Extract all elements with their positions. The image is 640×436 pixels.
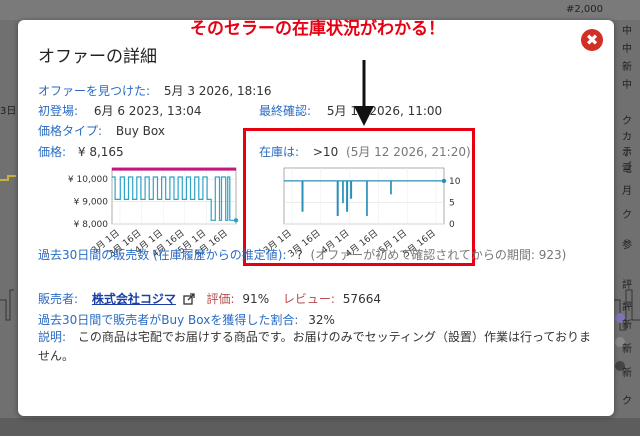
rating-label: 評価:	[206, 292, 235, 306]
bg-right-item: 参	[622, 240, 632, 251]
bg-right-item: 新	[622, 320, 632, 331]
offer-found-value: 5月 3 2026, 18:16	[163, 84, 272, 98]
first-seen-label: 初登場:	[38, 104, 79, 118]
bg-right-item: 評	[622, 280, 632, 291]
review-count: 57664	[342, 292, 381, 306]
seller-label: 販売者:	[38, 292, 79, 306]
offer-found-row: オファーを見つけた: 5月 3 2026, 18:16	[38, 82, 272, 99]
bg-right-item: 電	[622, 164, 632, 175]
sales-label: 過去30日間の販売数 (在庫履歴からの推定値):	[38, 248, 287, 262]
buybox-value: 32%	[308, 313, 335, 327]
bg-right-item: 新	[622, 62, 632, 73]
description-text: この商品は宅配でお届けする商品です。お届けのみでセッティング（設置）作業は行って…	[38, 330, 591, 363]
bg-left-marker: 3日	[0, 106, 17, 117]
sales-row: 過去30日間の販売数 (在庫履歴からの推定値): ? (オファーが初めて確認され…	[38, 246, 598, 265]
bg-right-item: ク	[622, 210, 632, 221]
seller-row: 販売者: 株式会社コジマ 評価: 91% レビュー: 57664	[38, 290, 381, 308]
first-seen-value: 6月 6 2023, 13:04	[93, 104, 202, 118]
buybox-row: 過去30日間で販売者がBuy Boxを獲得した割合: 32%	[38, 311, 335, 328]
bg-right-item: 中	[622, 80, 632, 91]
last-seen-value: 5月 12 2026, 11:00	[326, 104, 443, 118]
bg-right-item: 新	[622, 368, 632, 379]
first-seen-row: 初登場: 6月 6 2023, 13:04	[38, 102, 202, 119]
offer-details-dialog: オファーの詳細 ✖ オファーを見つけた: 5月 3 2026, 18:16 初登…	[18, 20, 614, 416]
series-end-point	[233, 218, 239, 223]
price-type-value: Buy Box	[115, 124, 165, 138]
price-type-row: 価格タイプ: Buy Box	[38, 122, 165, 139]
bg-right-item: 評	[622, 302, 632, 313]
bg-right-item: 新	[622, 344, 632, 355]
y-tick-label: ¥ 8,000	[74, 220, 109, 230]
bg-right-item: 中	[622, 44, 632, 55]
sales-note: (オファーが初めて確認されてからの期間: 923)	[310, 248, 567, 262]
annotation-arrow	[354, 60, 374, 126]
dialog-title: オファーの詳細	[38, 47, 157, 67]
price-type-label: 価格タイプ:	[38, 124, 103, 138]
price-label: 価格:	[38, 145, 67, 159]
bg-right-item: 中	[622, 26, 632, 37]
description-row: 説明: この商品は宅配でお届けする商品です。お届けのみでセッティング（設置）作業…	[38, 328, 598, 366]
sales-value: ?	[296, 248, 303, 262]
bg-right-item: ク	[622, 116, 632, 127]
price-history-chart: ¥ 10,000¥ 9,000¥ 8,0003月 1日3月 16日4月 1日4月…	[68, 167, 239, 260]
bg-right-item: ホ	[622, 148, 632, 159]
review-label: レビュー:	[282, 292, 335, 306]
price-value: ¥ 8,165	[77, 145, 124, 159]
description-label: 説明:	[38, 330, 67, 344]
last-seen-label: 最終確認:	[259, 104, 312, 118]
buybox-label: 過去30日間で販売者がBuy Boxを獲得した割合:	[38, 313, 299, 327]
annotation-text: そのセラーの在庫状況がわかる！	[190, 19, 445, 39]
seller-name-link[interactable]: 株式会社コジマ	[92, 292, 176, 306]
external-link-icon[interactable]	[183, 293, 195, 308]
last-seen-row: 最終確認: 5月 12 2026, 11:00	[259, 102, 442, 119]
y-tick-label: ¥ 9,000	[74, 198, 109, 208]
bg-top-price: #2,000	[566, 4, 604, 15]
price-row: 価格: ¥ 8,165	[38, 143, 124, 160]
bg-right-item: ク	[622, 396, 632, 407]
close-icon[interactable]: ✖	[581, 29, 603, 51]
bg-right-item: 月	[622, 186, 632, 197]
offer-found-label: オファーを見つけた:	[38, 84, 151, 98]
rating-value: 91%	[242, 292, 270, 306]
y-tick-label: ¥ 10,000	[68, 175, 108, 185]
